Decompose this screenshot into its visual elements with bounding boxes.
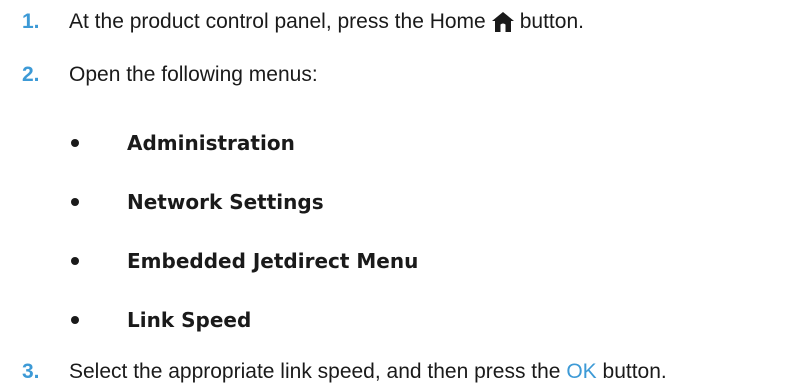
step-2-text: Open the following menus: (69, 63, 318, 86)
bullet-icon (71, 139, 79, 147)
bullet-icon (71, 198, 79, 206)
menu-name: Embedded Jetdirect Menu (127, 249, 419, 273)
step-text-after: button. (519, 10, 584, 33)
menu-name: Link Speed (127, 308, 252, 332)
step-text-after: button. (602, 360, 667, 383)
step-number: 3. (22, 360, 40, 383)
ok-key-label: OK (566, 360, 597, 383)
home-icon (491, 12, 514, 32)
step-text-before: Select the appropriate link speed, and t… (69, 360, 561, 383)
step-3-text: Select the appropriate link speed, and t… (69, 360, 667, 384)
step-1-text: At the product control panel, press the … (69, 10, 584, 34)
bullet-icon (71, 257, 79, 265)
step-number: 1. (22, 10, 40, 33)
step-number: 2. (22, 63, 40, 86)
menu-name: Administration (127, 131, 295, 155)
bullet-icon (71, 316, 79, 324)
step-text-before: At the product control panel, press the … (69, 10, 486, 33)
menu-name: Network Settings (127, 190, 324, 214)
